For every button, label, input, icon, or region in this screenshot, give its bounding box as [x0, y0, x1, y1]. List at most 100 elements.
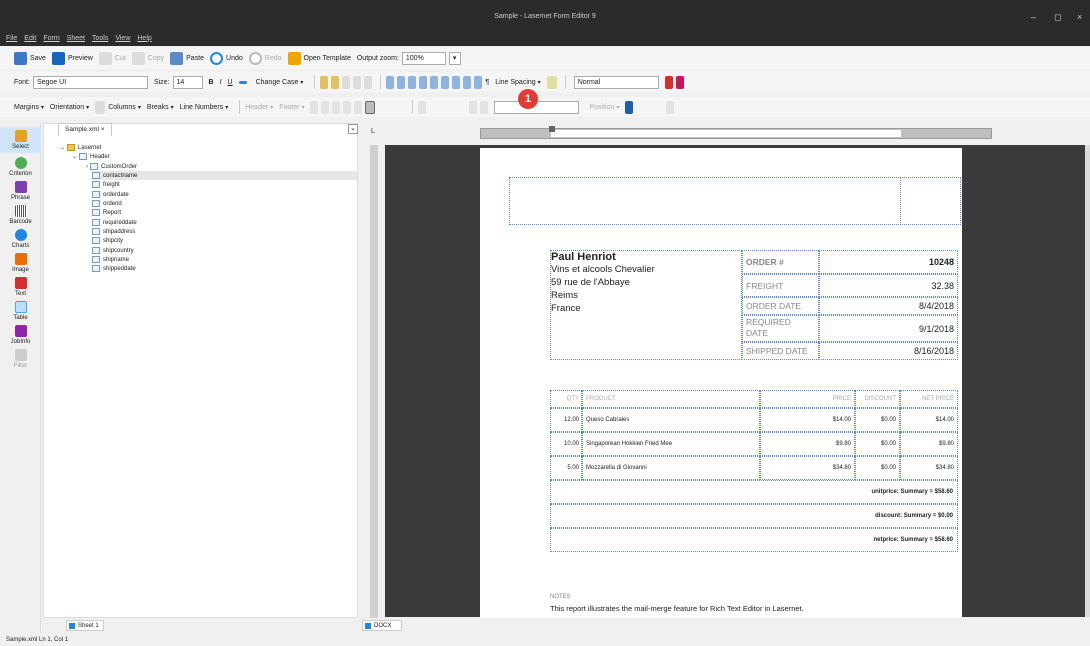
menu-edit[interactable]: Edit	[24, 35, 36, 42]
page-icon[interactable]	[666, 100, 675, 114]
align-left-icon[interactable]	[441, 75, 450, 89]
grid-icon[interactable]	[365, 100, 376, 114]
minimize-button[interactable]: –	[1031, 12, 1036, 22]
bullets-icon[interactable]	[386, 75, 395, 89]
open-template-button[interactable]: Open Template	[287, 51, 351, 65]
tool-charts[interactable]: Charts	[0, 229, 41, 249]
font-color-button[interactable]	[238, 80, 250, 84]
tree-item[interactable]: orderid	[92, 199, 122, 208]
tool-select[interactable]: Select	[0, 127, 41, 153]
breaks-button[interactable]: Breaks ▾	[147, 104, 174, 111]
table-icon[interactable]	[321, 100, 330, 114]
chevron-down-icon[interactable]: ▾	[448, 51, 461, 65]
footer-button[interactable]: Footer ▾	[279, 104, 304, 111]
logo-placeholder[interactable]	[900, 177, 961, 225]
text-color-icon[interactable]	[664, 75, 673, 89]
tree-root[interactable]: ⌄ Lasernet	[60, 143, 101, 152]
tool-criterion[interactable]: Criterion	[0, 157, 41, 177]
bold-button[interactable]: B	[209, 79, 214, 86]
docx-tab[interactable]: DOCX	[362, 620, 402, 631]
address-block[interactable]: Paul Henriot Vins et alcools Chevalier 5…	[550, 250, 742, 360]
tree-item[interactable]: requireddate	[92, 218, 137, 227]
table-icon[interactable]	[332, 100, 341, 114]
style-select[interactable]: Normal	[573, 75, 659, 89]
preview-button[interactable]: Preview	[51, 51, 93, 65]
table-icon[interactable]	[343, 100, 352, 114]
line-spacing-button[interactable]: Line Spacing ▾	[495, 79, 541, 86]
format-painter-icon[interactable]	[364, 75, 373, 89]
tree-item[interactable]: shipname	[92, 255, 129, 264]
numbering-icon[interactable]	[397, 75, 406, 89]
tree-item[interactable]: shipaddress	[92, 227, 135, 236]
paragraph-mark-button[interactable]: ¶	[485, 79, 489, 86]
copy-button[interactable]: Copy	[131, 51, 164, 65]
decrease-indent-icon[interactable]	[419, 75, 428, 89]
indent-marker[interactable]	[549, 126, 555, 132]
menu-form[interactable]: Form	[43, 35, 59, 42]
underline-button[interactable]: U	[228, 79, 233, 86]
save-button[interactable]: Save	[14, 51, 46, 65]
tree-item[interactable]: shipcity	[92, 236, 123, 245]
tree-item[interactable]: shippeddate	[92, 264, 136, 273]
redo-button[interactable]: Redo	[248, 51, 282, 65]
table-icon[interactable]	[354, 100, 363, 114]
gear-icon[interactable]	[625, 100, 634, 114]
highlight-icon[interactable]	[320, 75, 329, 89]
increase-indent-icon[interactable]	[430, 75, 439, 89]
tab-sample-xml[interactable]: Sample.xml ×	[58, 123, 112, 136]
menu-file[interactable]: File	[6, 35, 17, 42]
tool-jobinfo[interactable]: JobInfo	[0, 325, 41, 345]
link-icon[interactable]	[418, 100, 427, 114]
output-zoom-select[interactable]: 100%	[401, 51, 446, 65]
tree-item[interactable]: contactname	[92, 171, 357, 180]
close-button[interactable]: ×	[1077, 12, 1082, 22]
orientation-button[interactable]: Orientation ▾	[50, 104, 89, 111]
header-button[interactable]: Header ▾	[245, 104, 273, 111]
sheet-tab[interactable]: Sheet 1	[66, 620, 104, 631]
cut-button[interactable]: Cut	[98, 51, 126, 65]
menu-sheet[interactable]: Sheet	[67, 35, 85, 42]
margins-button[interactable]: Margins ▾	[14, 104, 44, 111]
tree-item[interactable]: Report	[92, 208, 121, 217]
tool-phrase[interactable]: Phrase	[0, 181, 41, 201]
menu-tools[interactable]: Tools	[92, 35, 108, 42]
columns-button[interactable]: Columns ▾	[108, 104, 141, 111]
multilevel-list-icon[interactable]	[408, 75, 417, 89]
shape-icon[interactable]	[469, 100, 478, 114]
tree-item[interactable]: › CustomOrder	[86, 162, 137, 171]
tool-table[interactable]: Table	[0, 301, 41, 321]
pen-icon[interactable]	[480, 100, 489, 114]
table-icon[interactable]	[310, 100, 319, 114]
border-icon[interactable]	[331, 75, 340, 89]
clear-format-icon[interactable]	[353, 75, 362, 89]
tree-item[interactable]: orderdate	[92, 190, 129, 199]
justify-icon[interactable]	[474, 75, 483, 89]
menu-view[interactable]: View	[115, 35, 130, 42]
menu-help[interactable]: Help	[137, 35, 151, 42]
change-case-button[interactable]: Change Case ▾	[256, 79, 304, 86]
tool-image[interactable]: Image	[0, 253, 41, 273]
tool-barcode[interactable]: Barcode	[0, 205, 41, 225]
line-numbers-button[interactable]: Line Numbers ▾	[180, 104, 229, 111]
tool-text[interactable]: Text	[0, 277, 41, 297]
shading-icon[interactable]	[342, 75, 351, 89]
font-select[interactable]: Segoe UI	[32, 75, 148, 89]
text-highlight-icon[interactable]	[675, 75, 684, 89]
italic-button[interactable]: I	[220, 79, 222, 86]
header-placeholder[interactable]	[509, 177, 961, 225]
maximize-button[interactable]: ◻	[1054, 12, 1061, 23]
tree-item[interactable]: shipcountry	[92, 246, 134, 255]
horizontal-ruler[interactable]	[480, 126, 992, 139]
page-size-icon[interactable]	[95, 100, 106, 114]
align-right-icon[interactable]	[463, 75, 472, 89]
align-center-icon[interactable]	[452, 75, 461, 89]
size-select[interactable]: 14	[172, 75, 203, 89]
paste-button[interactable]: Paste	[170, 51, 204, 65]
tree-header[interactable]: ⌄ Header	[72, 152, 110, 161]
fill-color-icon[interactable]	[546, 75, 557, 89]
tool-filter[interactable]: Filter	[0, 349, 41, 369]
undo-button[interactable]: Undo	[210, 51, 243, 65]
tree-item[interactable]: freight	[92, 180, 120, 189]
position-button[interactable]: Position ▾	[589, 104, 619, 111]
document-scrollbar[interactable]	[1085, 145, 1090, 617]
